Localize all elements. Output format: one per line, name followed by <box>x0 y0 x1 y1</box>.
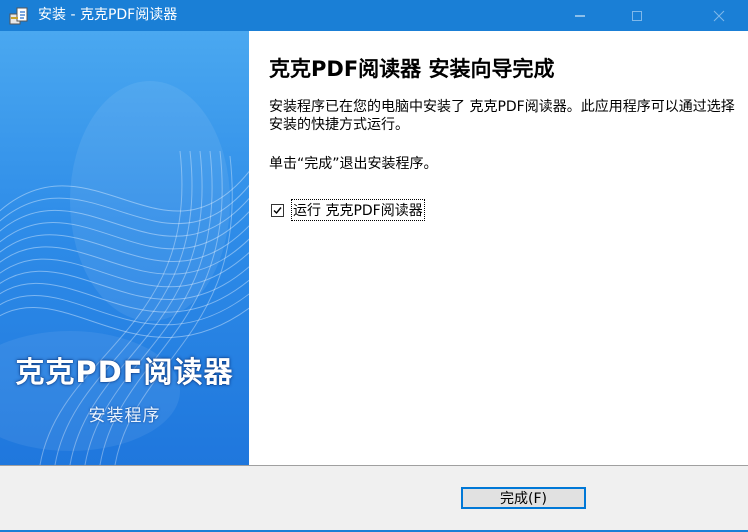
exit-instruction: 单击“完成”退出安装程序。 <box>269 156 438 172</box>
installer-app-icon <box>9 6 29 26</box>
window-title: 安装 - 克克PDF阅读器 <box>38 7 178 23</box>
minimize-button[interactable] <box>557 0 603 31</box>
footer-divider <box>0 465 748 466</box>
close-button[interactable] <box>696 0 742 31</box>
run-app-checkbox[interactable] <box>271 203 284 217</box>
title-bar[interactable]: 安装 - 克克PDF阅读器 <box>0 0 748 31</box>
wizard-heading: 克克PDF阅读器 安装向导完成 <box>269 57 555 81</box>
minimize-icon <box>575 15 585 16</box>
run-app-checkbox-row[interactable]: 运行 克克PDF阅读器 <box>271 199 425 221</box>
checkmark-icon <box>273 206 282 214</box>
maximize-button[interactable] <box>614 0 660 31</box>
run-app-label[interactable]: 运行 克克PDF阅读器 <box>291 199 425 221</box>
brand-title: 克克PDF阅读器 <box>15 355 234 389</box>
wizard-content-panel: 克克PDF阅读器 安装向导完成 安装程序已在您的电脑中安装了 克克PDF阅读器。… <box>249 31 748 465</box>
close-icon <box>713 10 725 21</box>
installer-sidebar-banner: 克克PDF阅读器 安装程序 <box>0 31 249 465</box>
installer-window: 安装 - 克克PDF阅读器 克克PDF阅读器 安装程序 克克PDF阅读器 安装向… <box>0 0 748 532</box>
completion-description: 安装程序已在您的电脑中安装了 克克PDF阅读器。此应用程序可以通过选择安装的快捷… <box>269 99 735 133</box>
maximize-icon <box>632 10 642 21</box>
finish-button[interactable]: 完成(F) <box>461 487 586 509</box>
wave-decoration <box>0 81 249 465</box>
brand-subtitle: 安装程序 <box>88 406 161 426</box>
